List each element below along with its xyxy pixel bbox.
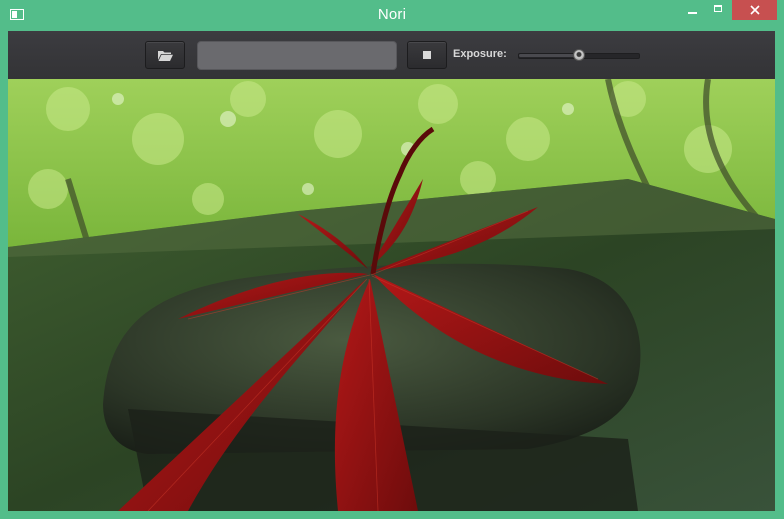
folder-open-icon (158, 51, 173, 61)
exposure-slider-knob[interactable] (573, 49, 585, 61)
stop-icon (423, 51, 431, 59)
stop-button[interactable] (407, 41, 447, 69)
app-window: Nori Exposure: (0, 0, 784, 519)
exposure-label: Exposure: (453, 48, 507, 60)
rendered-image (8, 79, 775, 511)
client-area: Exposure: (8, 31, 775, 511)
title-bar[interactable]: Nori (0, 0, 784, 31)
close-icon (749, 5, 760, 15)
minimize-button[interactable] (680, 0, 704, 20)
toolbar: Exposure: (8, 31, 775, 79)
exposure-slider[interactable] (518, 49, 640, 61)
window-title: Nori (377, 6, 407, 23)
exposure-slider-fill (519, 54, 579, 57)
close-button[interactable] (732, 0, 777, 20)
maximize-button[interactable] (706, 0, 730, 20)
open-file-button[interactable] (145, 41, 185, 69)
file-path-field[interactable] (197, 41, 397, 70)
minimize-icon (687, 12, 697, 14)
render-viewport[interactable] (8, 79, 775, 511)
maximize-icon (714, 5, 722, 12)
